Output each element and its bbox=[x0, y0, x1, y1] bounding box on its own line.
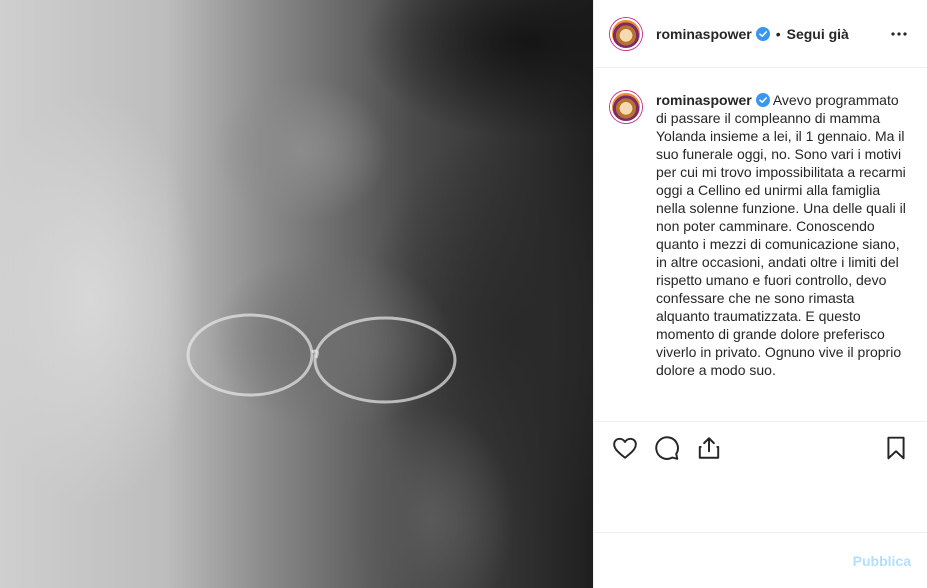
verified-badge-icon bbox=[755, 26, 770, 41]
share-button[interactable] bbox=[688, 428, 730, 468]
author-username[interactable]: rominaspower bbox=[656, 26, 752, 42]
like-button[interactable] bbox=[604, 428, 646, 468]
action-bar bbox=[594, 421, 927, 473]
comment-bar: Pubblica bbox=[594, 532, 927, 588]
caption-text: Avevo programmato di passare il complean… bbox=[656, 92, 906, 378]
heart-icon bbox=[613, 437, 637, 459]
publish-button[interactable]: Pubblica bbox=[853, 553, 911, 569]
caption-author-avatar[interactable] bbox=[610, 91, 642, 123]
photo-shadow bbox=[360, 0, 593, 140]
more-options-icon[interactable] bbox=[887, 22, 911, 46]
author-avatar[interactable] bbox=[610, 17, 642, 50]
caption-author-username[interactable]: rominaspower bbox=[656, 92, 752, 108]
following-button[interactable]: Segui già bbox=[787, 26, 849, 42]
eyeglasses-shape bbox=[186, 313, 457, 404]
verified-badge-icon bbox=[755, 93, 770, 107]
post-side-panel: rominaspower • Segui già rominaspower Av… bbox=[593, 0, 927, 588]
post-photo[interactable] bbox=[0, 0, 593, 588]
comment-input[interactable] bbox=[610, 552, 853, 569]
save-button[interactable] bbox=[875, 428, 917, 468]
post-header: rominaspower • Segui già bbox=[594, 0, 927, 68]
caption-area: rominaspower Avevo programmato di passar… bbox=[594, 69, 927, 421]
share-icon bbox=[698, 436, 720, 459]
comment-icon bbox=[655, 435, 679, 460]
post-caption: rominaspower Avevo programmato di passar… bbox=[656, 91, 911, 421]
bookmark-icon bbox=[887, 436, 905, 459]
header-separator: • bbox=[775, 25, 781, 42]
comment-button[interactable] bbox=[646, 428, 688, 468]
instagram-post: rominaspower • Segui già rominaspower Av… bbox=[0, 0, 927, 588]
